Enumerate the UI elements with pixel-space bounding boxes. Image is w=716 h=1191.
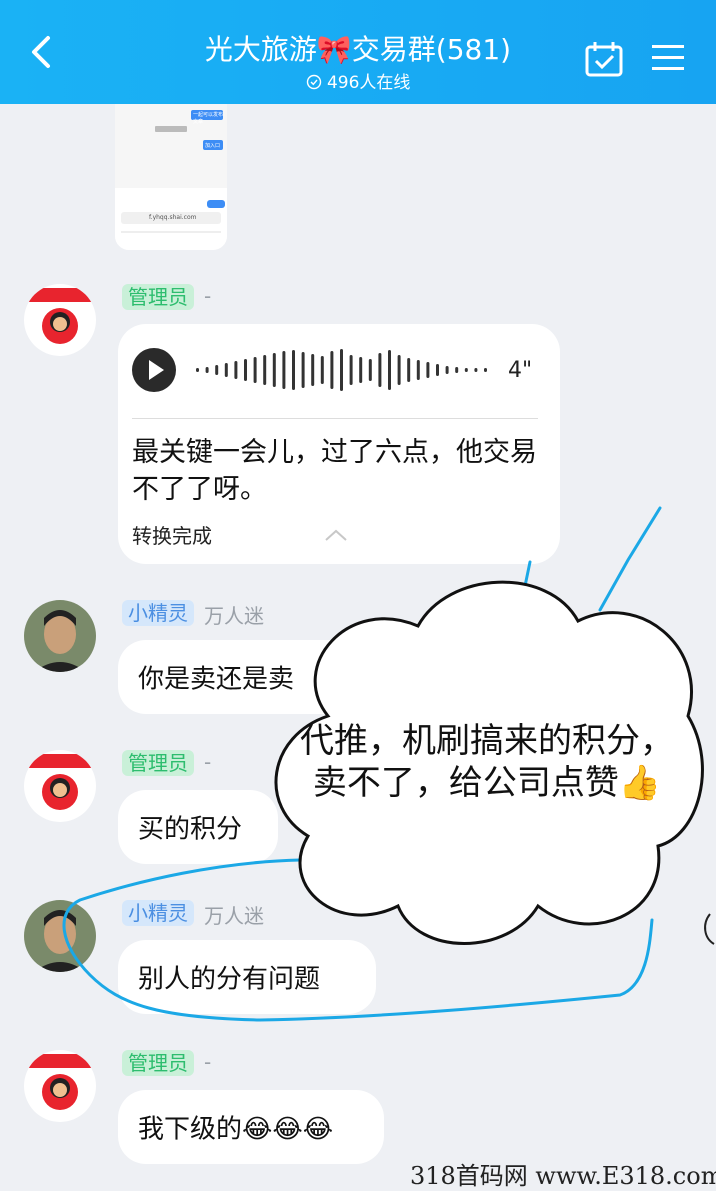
annotation-line-1: 代推，机刷搞来的积分， — [300, 721, 674, 761]
message-text: 别人的分有问题 — [138, 964, 321, 995]
waveform-bar — [215, 365, 219, 375]
play-icon — [149, 360, 164, 380]
waveform-bar — [253, 357, 257, 383]
admin-tag: 管理员 — [122, 1050, 194, 1076]
annotation-cloud-text: 代推，机刷搞来的积分， 卖不了，给公司点赞👍 — [262, 720, 712, 804]
waveform-bar — [311, 354, 315, 386]
fairy-tag: 小精灵 — [122, 900, 194, 926]
waveform-bar — [234, 361, 238, 379]
waveform-bar — [368, 359, 372, 381]
waveform-bar — [407, 358, 411, 382]
admin-tag: 管理员 — [122, 284, 194, 310]
waveform-bar — [349, 355, 353, 385]
waveform-bar — [263, 355, 267, 385]
calendar-check-icon[interactable] — [584, 40, 624, 78]
message-text: 买的积分 — [138, 814, 243, 845]
waveform-bar — [474, 368, 478, 372]
message-bubble[interactable]: 我下级的😂😂😂 — [118, 1090, 384, 1164]
waveform-bar — [397, 355, 401, 385]
waveform-bar — [224, 363, 228, 377]
waveform-bar — [244, 359, 247, 381]
admin-avatar-icon — [24, 1050, 96, 1122]
waveform-bar — [196, 368, 199, 372]
admin-tag: 管理员 — [122, 750, 194, 776]
screenshot-url: f.yhqq.shai.com — [149, 214, 197, 221]
waveform-bar — [388, 350, 391, 390]
admin-avatar-icon — [24, 284, 96, 356]
screenshot-chip-1: 一起可以发布文章 — [193, 112, 224, 125]
avatar-admin[interactable] — [24, 750, 96, 822]
waveform-bar — [484, 368, 487, 372]
online-count-text: 496人在线 — [326, 73, 411, 93]
admin-avatar-icon — [24, 750, 96, 822]
shared-screenshot-image[interactable]: 一起可以发布文章 加入口 f.yhqq.shai.com — [115, 104, 227, 250]
annotation-line-2: 卖不了，给公司点赞👍 — [312, 763, 662, 803]
waveform-bar — [426, 362, 430, 378]
voice-duration: 4" — [508, 358, 533, 383]
waveform-bar — [436, 364, 439, 376]
message-bubble[interactable]: 买的积分 — [118, 790, 278, 864]
waveform-bar — [359, 357, 363, 383]
sender-nick: - — [204, 284, 212, 308]
avatar-fairy[interactable] — [24, 900, 96, 972]
waveform-bar — [292, 350, 295, 390]
waveform-bar — [272, 353, 276, 387]
play-button[interactable] — [132, 348, 176, 392]
collapse-chevron-icon[interactable] — [324, 528, 348, 542]
avatar-admin[interactable] — [24, 1050, 96, 1122]
waveform-bar — [301, 352, 305, 388]
waveform-bar — [320, 356, 324, 384]
user-avatar-icon — [24, 900, 96, 972]
avatar-admin[interactable] — [24, 284, 96, 356]
online-check-icon — [306, 74, 321, 90]
chat-header: 光大旅游🎀交易群(581) 496人在线 — [0, 0, 716, 104]
waveform-bar — [455, 367, 459, 373]
voice-divider — [132, 418, 538, 419]
sender-nick: - — [204, 750, 212, 774]
conversion-status: 转换完成 — [132, 524, 212, 548]
menu-icon[interactable] — [650, 42, 686, 74]
waveform-bar — [464, 368, 468, 372]
watermark: 318首码网 www.E318.com — [410, 1162, 716, 1190]
voice-message-bubble[interactable]: 4" 最关键一会儿，过了六点，他交易不了了呀。 转换完成 — [118, 324, 560, 564]
sender-nick: 万人迷 — [204, 604, 264, 628]
avatar-fairy[interactable] — [24, 600, 96, 672]
sender-nick: 万人迷 — [204, 904, 264, 928]
voice-transcript: 最关键一会儿，过了六点，他交易不了了呀。 — [132, 437, 537, 505]
user-avatar-icon — [24, 600, 96, 672]
waveform-bar — [340, 349, 343, 391]
voice-waveform-icon — [196, 349, 487, 391]
waveform-bar — [330, 351, 334, 389]
screenshot-preview-icon — [115, 104, 227, 250]
message-text: 我下级的😂😂😂 — [138, 1114, 334, 1145]
fairy-tag: 小精灵 — [122, 600, 194, 626]
waveform-bar — [205, 367, 209, 373]
waveform-bar — [282, 351, 286, 389]
waveform-bar — [416, 360, 420, 380]
sender-nick: - — [204, 1050, 212, 1074]
screenshot-chip-2: 加入口 — [205, 143, 221, 149]
waveform-bar — [378, 353, 382, 387]
waveform-bar — [445, 366, 449, 374]
